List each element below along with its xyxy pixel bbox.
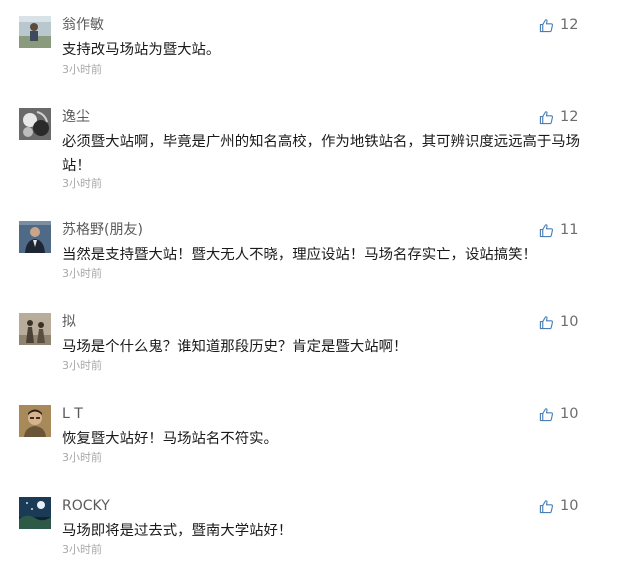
like-count: 11 — [560, 222, 579, 238]
comment-text: 马场即将是过去式，暨南大学站好！ — [62, 523, 293, 539]
username[interactable]: ROCKY — [62, 497, 110, 515]
username[interactable]: 翁作敏 — [62, 16, 104, 34]
comment-text: 支持改马场站为暨大站。 — [62, 42, 221, 58]
like-button[interactable]: 10 — [539, 405, 578, 423]
thumbs-up-icon — [539, 499, 554, 513]
like-button[interactable]: 11 — [539, 221, 578, 239]
username[interactable]: 拟 — [62, 313, 76, 331]
like-count: 10 — [560, 314, 579, 330]
comment-text: 必须暨大站啊，毕竟是广州的知名高校，作为地铁站名，其可辨识度远远高于马场站！ — [62, 134, 581, 174]
timestamp: 3小时前 — [62, 451, 102, 464]
comment-list: 翁作敏 12 支持改马场站为暨大站。 3小时前 逸尘 12 必须暨大站啊，毕竟是… — [0, 0, 640, 563]
like-count: 10 — [560, 498, 579, 514]
username[interactable]: 苏格野(朋友) — [62, 221, 143, 239]
comment-text: 马场是个什么鬼？谁知道那段历史？肯定是暨大站啊！ — [62, 339, 408, 355]
username[interactable]: 逸尘 — [62, 108, 90, 126]
like-button[interactable]: 12 — [539, 16, 578, 34]
thumbs-up-icon — [539, 18, 554, 32]
avatar[interactable] — [19, 405, 51, 437]
timestamp: 3小时前 — [62, 267, 102, 280]
thumbs-up-icon — [539, 223, 554, 237]
avatar[interactable] — [19, 313, 51, 345]
timestamp: 3小时前 — [62, 63, 102, 76]
thumbs-up-icon — [539, 407, 554, 421]
thumbs-up-icon — [539, 315, 554, 329]
avatar[interactable] — [19, 108, 51, 140]
thumbs-up-icon — [539, 110, 554, 124]
like-count: 10 — [560, 406, 579, 422]
like-count: 12 — [560, 109, 579, 125]
timestamp: 3小时前 — [62, 543, 102, 556]
comment-text: 恢复暨大站好！马场站名不符实。 — [62, 431, 278, 447]
like-button[interactable]: 12 — [539, 108, 578, 126]
avatar[interactable] — [19, 221, 51, 253]
username[interactable]: L T — [62, 405, 83, 423]
avatar[interactable] — [19, 16, 51, 48]
like-button[interactable]: 10 — [539, 497, 578, 515]
like-button[interactable]: 10 — [539, 313, 578, 331]
timestamp: 3小时前 — [62, 177, 102, 190]
comment-text: 当然是支持暨大站！暨大无人不晓，理应设站！马场名存实亡，设站搞笑！ — [62, 247, 537, 263]
avatar[interactable] — [19, 497, 51, 529]
like-count: 12 — [560, 17, 579, 33]
timestamp: 3小时前 — [62, 359, 102, 372]
